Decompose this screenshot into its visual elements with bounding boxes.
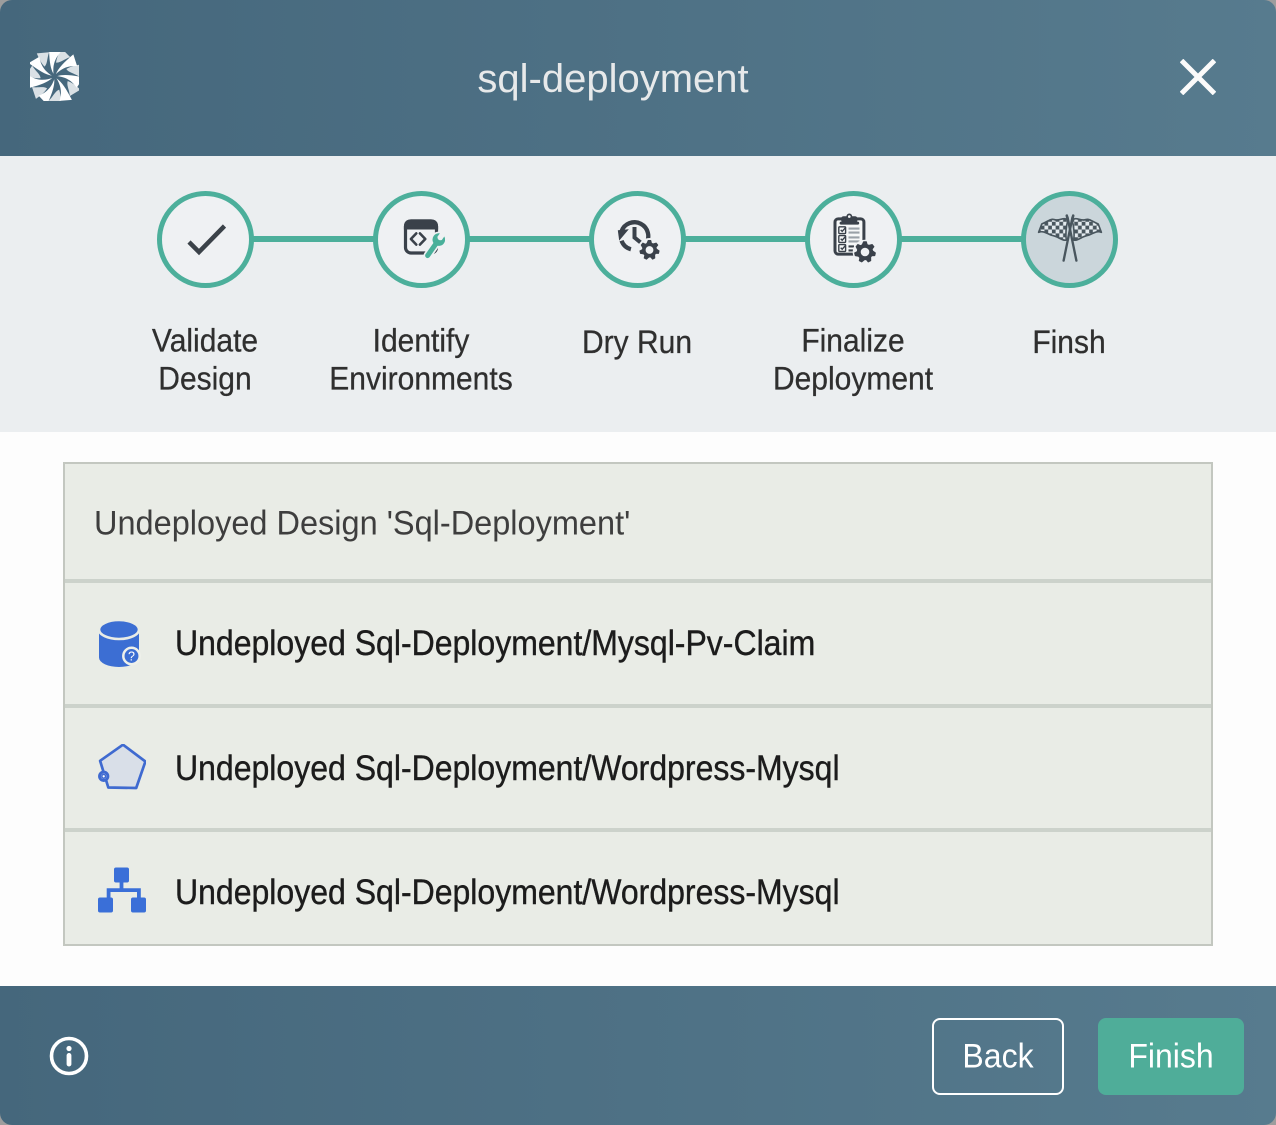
svg-text:?: ? <box>128 649 135 663</box>
